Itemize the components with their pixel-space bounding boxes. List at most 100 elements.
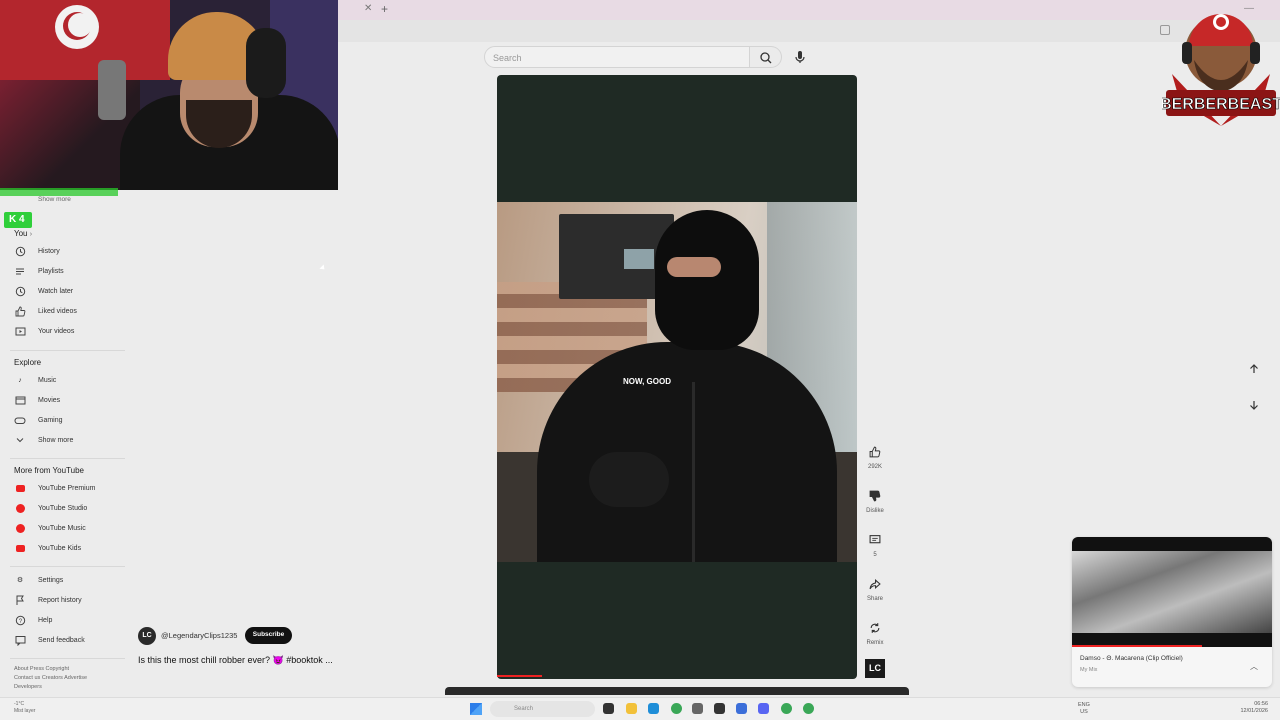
chrome-profile-icon[interactable] — [781, 703, 792, 714]
studio-microphone — [98, 60, 126, 120]
viewer-count: 4 — [19, 214, 25, 225]
sidebar-item-send-feedback[interactable]: Send feedback — [14, 634, 85, 646]
like-count: 292K — [867, 464, 882, 470]
language-indicator[interactable]: ENG US — [1078, 702, 1090, 716]
youtube-kids-icon — [14, 542, 26, 554]
tab-close-icon[interactable]: ✕ — [364, 3, 372, 14]
history-icon — [14, 245, 26, 257]
balaclava-figure — [655, 210, 759, 350]
sidebar-item-show-more[interactable]: Show more — [14, 434, 73, 446]
footer-links-3[interactable]: Developers — [14, 684, 42, 690]
next-short-button[interactable] — [1245, 396, 1263, 414]
clock-icon — [14, 285, 26, 297]
next-short-preview[interactable] — [445, 687, 909, 695]
thumbs-down-icon — [869, 490, 881, 502]
sidebar-item-history[interactable]: History — [14, 245, 60, 257]
dislike-label: Dislike — [866, 508, 884, 514]
chrome-profile-2-icon[interactable] — [803, 703, 814, 714]
sidebar-item-watch-later[interactable]: Watch later — [14, 285, 73, 297]
search-button[interactable] — [750, 46, 782, 68]
shorts-player[interactable]: NOW, GOOD — [497, 75, 857, 679]
subscribe-button[interactable]: Subscribe — [245, 627, 292, 644]
share-button[interactable]: Share — [864, 574, 886, 602]
streamer-logo: BERBERBEAST — [1160, 4, 1280, 128]
youtube-music-icon — [14, 522, 26, 534]
weather-widget[interactable]: -1°C Mist layer — [14, 701, 35, 715]
channel-handle[interactable]: @LegendaryClips1235 — [161, 631, 237, 640]
more-from-youtube-heading: More from YouTube — [14, 466, 84, 475]
footer-links-2[interactable]: Contact us Creators Advertise — [14, 675, 87, 681]
windows-taskbar: -1°C Mist layer Search ENG US 06:56 12/0… — [0, 697, 1280, 720]
sidebar-item-youtube-kids[interactable]: YouTube Kids — [14, 542, 81, 554]
video-caption: NOW, GOOD — [623, 377, 671, 386]
sidebar-item-settings[interactable]: ⚙ Settings — [14, 574, 63, 586]
edge-icon[interactable] — [648, 703, 659, 714]
remix-button[interactable]: Remix — [864, 618, 886, 646]
movies-icon — [14, 394, 26, 406]
channel-avatar-small[interactable]: LC — [865, 659, 885, 678]
help-icon: ? — [14, 614, 26, 626]
comments-count: 5 — [873, 552, 877, 558]
sidebar-show-more-top[interactable]: Show more — [38, 196, 71, 203]
music-icon: ♪ — [18, 376, 22, 384]
previous-short-button[interactable] — [1245, 360, 1263, 378]
windows-start-icon[interactable] — [470, 703, 482, 715]
video-progress-bar[interactable] — [497, 675, 542, 677]
playlists-icon — [14, 265, 26, 277]
logo-text: BERBERBEAST — [1162, 96, 1280, 113]
folder-icon[interactable] — [626, 703, 637, 714]
comments-button[interactable]: 5 — [864, 530, 886, 558]
kick-viewer-badge: K 4 — [4, 212, 32, 228]
channel-avatar[interactable]: LC — [138, 627, 156, 645]
search-icon — [760, 52, 772, 64]
explore-heading: Explore — [14, 358, 42, 367]
sidebar-item-your-videos[interactable]: Your videos — [14, 325, 74, 337]
remix-label: Remix — [866, 640, 884, 646]
sidebar-item-youtube-music[interactable]: YouTube Music — [14, 522, 86, 534]
dislike-button[interactable]: Dislike — [864, 486, 886, 514]
headphones — [246, 28, 286, 98]
feedback-icon — [14, 634, 26, 646]
thumbs-up-icon — [869, 446, 881, 458]
footer-links-1[interactable]: About Press Copyright — [14, 666, 69, 672]
sidebar-item-music[interactable]: ♪ Music — [14, 374, 56, 386]
video-icon — [14, 325, 26, 337]
file-explorer-icon[interactable] — [603, 703, 614, 714]
sidebar-item-liked-videos[interactable]: Liked videos — [14, 305, 77, 317]
sidebar-item-movies[interactable]: Movies — [14, 394, 60, 406]
remix-icon — [870, 623, 880, 633]
chrome-icon[interactable] — [671, 703, 682, 714]
taskbar-search[interactable]: Search — [490, 701, 595, 717]
arrow-down-icon — [1250, 401, 1258, 410]
like-button[interactable]: 292K — [864, 442, 886, 470]
sidebar-you-heading[interactable]: You › — [14, 229, 32, 238]
mail-icon[interactable] — [736, 703, 747, 714]
search-input[interactable]: Search — [484, 46, 750, 68]
sidebar-item-youtube-studio[interactable]: YouTube Studio — [14, 502, 87, 514]
arrow-up-icon — [1250, 364, 1258, 373]
miniplayer-progress[interactable] — [1072, 645, 1202, 647]
discord-icon[interactable] — [758, 703, 769, 714]
chevron-down-icon — [14, 434, 26, 446]
expand-chevron-icon[interactable]: ︿ — [1250, 661, 1258, 672]
sidebar-item-report-history[interactable]: Report history — [14, 594, 82, 606]
stream-alert-bar — [0, 188, 118, 196]
new-tab-icon[interactable]: + — [381, 2, 388, 16]
flag-icon — [14, 594, 26, 606]
sidebar-item-help[interactable]: ? Help — [14, 614, 52, 626]
miniplayer-video[interactable] — [1072, 537, 1272, 647]
obs-icon[interactable] — [714, 703, 725, 714]
thumbs-up-icon — [14, 305, 26, 317]
tunisian-flag — [0, 0, 170, 80]
webcam-overlay — [0, 0, 338, 190]
sidebar-item-youtube-premium[interactable]: YouTube Premium — [14, 482, 95, 494]
share-icon — [869, 578, 881, 590]
miniplayer[interactable]: Damso - Θ. Macarena (Clip Officiel) My M… — [1072, 537, 1272, 687]
sidebar-item-gaming[interactable]: Gaming — [14, 414, 63, 426]
sidebar-item-playlists[interactable]: Playlists — [14, 265, 64, 277]
steam-icon[interactable] — [692, 703, 703, 714]
video-title[interactable]: Is this the most chill robber ever? 😈 #b… — [138, 655, 333, 666]
microphone-icon[interactable] — [792, 48, 808, 66]
share-label: Share — [866, 596, 883, 602]
system-clock[interactable]: 06:56 12/01/2026 — [1218, 701, 1268, 715]
